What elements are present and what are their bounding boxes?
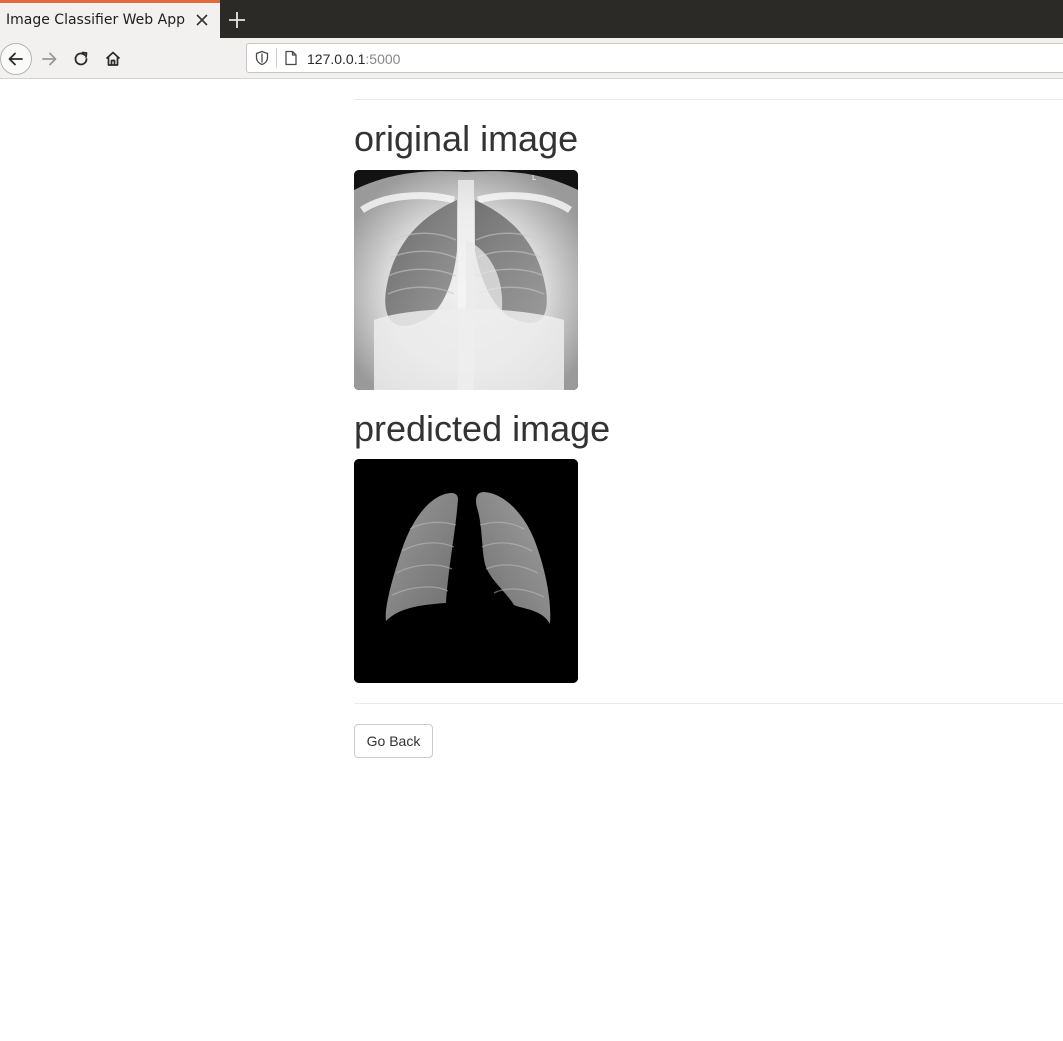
home-icon[interactable]: [97, 43, 129, 75]
url-separator: [276, 48, 277, 68]
bottom-divider: [354, 703, 1063, 704]
url-text[interactable]: 127.0.0.1:5000: [307, 51, 400, 67]
tab-strip: Image Classifier Web App: [0, 0, 1063, 38]
go-back-button[interactable]: Go Back: [354, 724, 433, 758]
shield-icon[interactable]: [254, 50, 270, 66]
close-icon[interactable]: [193, 11, 211, 29]
predicted-lung-segmentation-image: [354, 459, 578, 683]
navigation-bar: 127.0.0.1:5000: [0, 38, 1063, 79]
arrow-left-icon[interactable]: [0, 43, 32, 75]
svg-text:L: L: [532, 174, 536, 182]
reload-icon[interactable]: [65, 43, 97, 75]
predicted-image-heading: predicted image: [354, 408, 611, 449]
page-icon[interactable]: [284, 50, 298, 66]
arrow-right-icon[interactable]: [33, 43, 65, 75]
url-host: 127.0.0.1: [307, 51, 366, 67]
tab-accent-line: [0, 0, 220, 3]
tab-active[interactable]: Image Classifier Web App: [0, 0, 220, 38]
top-divider: [354, 99, 1063, 100]
original-image-heading: original image: [354, 118, 579, 159]
tab-title: Image Classifier Web App: [6, 12, 185, 28]
plus-icon[interactable]: [226, 9, 248, 31]
url-port: :5000: [365, 51, 401, 67]
url-bar[interactable]: 127.0.0.1:5000: [246, 43, 1063, 73]
original-chest-xray-image: L: [354, 170, 578, 390]
